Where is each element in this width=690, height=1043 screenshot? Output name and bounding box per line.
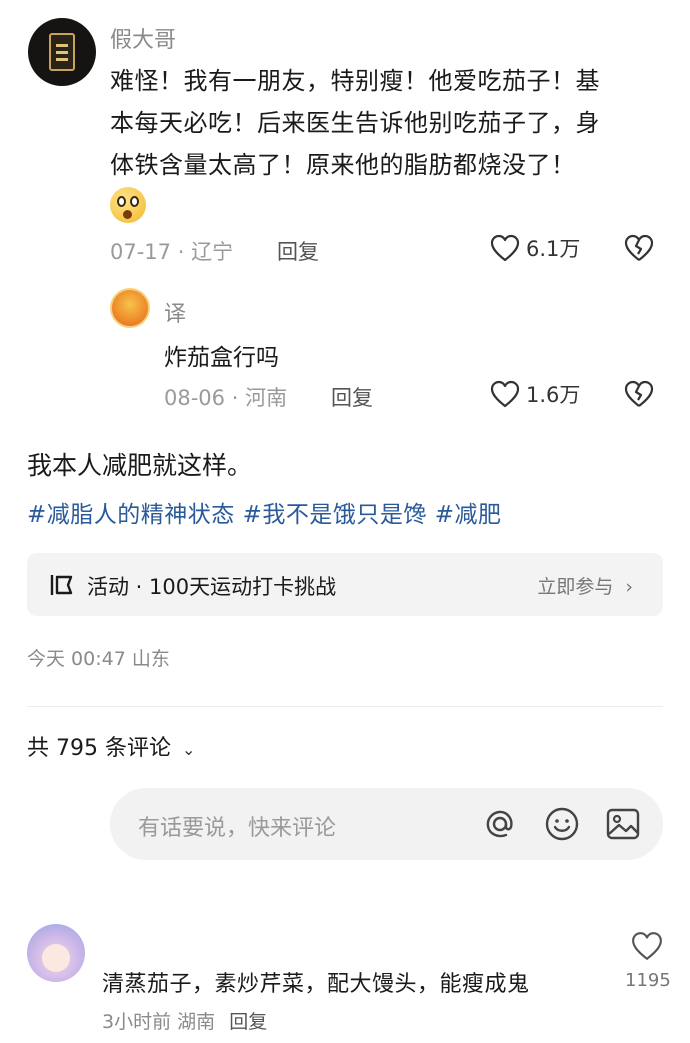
dislike-broken-heart-icon[interactable] bbox=[624, 234, 654, 262]
dislike-broken-heart-icon[interactable] bbox=[624, 380, 654, 408]
emoji-smile-icon[interactable] bbox=[544, 806, 580, 842]
heart-icon bbox=[490, 234, 520, 262]
avatar-logo bbox=[49, 33, 75, 71]
reply-text: 炸茄盒行吗 bbox=[164, 345, 279, 371]
surprised-face-emoji-icon bbox=[110, 187, 146, 223]
comment-text-line: 难怪！我有一朋友，特别瘦！他爱吃茄子！基 bbox=[110, 67, 600, 95]
reply-button[interactable]: 回复 bbox=[331, 382, 373, 412]
join-activity-label: 立即参与 bbox=[537, 576, 614, 598]
reply-username[interactable]: 译 bbox=[164, 296, 186, 328]
mention-at-icon[interactable] bbox=[482, 806, 518, 842]
heart-icon bbox=[490, 380, 520, 408]
chevron-right-icon: › bbox=[625, 576, 633, 598]
image-icon[interactable] bbox=[605, 806, 641, 842]
comment-text: 清蒸茄子，素炒芹菜，配大馒头，能瘦成鬼 bbox=[102, 972, 530, 997]
comment-input[interactable]: 有话要说，快来评论 bbox=[110, 788, 663, 860]
comment-text: 难怪！我有一朋友，特别瘦！他爱吃茄子！基 本每天必吃！后来医生告诉他别吃茄子了，… bbox=[110, 60, 660, 186]
hashtag-list: #减脂人的精神状态 #我不是饿只是馋 #减肥 bbox=[27, 495, 501, 529]
hashtag-link[interactable]: #我不是饿只是馋 bbox=[243, 502, 427, 528]
commenter-avatar[interactable] bbox=[27, 924, 85, 982]
reply-location: 河南 bbox=[245, 386, 288, 410]
like-button[interactable]: 6.1万 bbox=[490, 233, 580, 263]
post-meta: 今天 00:47 山东 bbox=[27, 644, 170, 671]
heart-icon[interactable] bbox=[631, 931, 663, 961]
hashtag-link[interactable]: #减脂人的精神状态 bbox=[27, 502, 235, 528]
reply-avatar[interactable] bbox=[110, 288, 150, 328]
reply-date: 08-06 bbox=[164, 386, 226, 410]
commenter-avatar[interactable] bbox=[28, 18, 96, 86]
hashtag-link[interactable]: #减肥 bbox=[435, 502, 502, 528]
comment-text-line: 体铁含量太高了！原来他的脂肪都烧没了！ bbox=[110, 151, 576, 179]
comment-time: 3小时前 bbox=[102, 1011, 172, 1033]
comment-count-label: 共 795 条评论 bbox=[27, 736, 171, 761]
comment-date: 07-17 bbox=[110, 240, 172, 264]
reply-meta: 08-06 · 河南 bbox=[164, 386, 288, 410]
comment-input-placeholder: 有话要说，快来评论 bbox=[138, 816, 337, 841]
reply-button[interactable]: 回复 bbox=[277, 236, 319, 266]
like-button[interactable]: 1.6万 bbox=[490, 379, 580, 409]
comment-sort-dropdown[interactable]: 共 795 条评论 ⌄ bbox=[27, 730, 195, 762]
avatar-character bbox=[42, 944, 70, 972]
post-location: 山东 bbox=[131, 648, 170, 670]
reply-button[interactable]: 回复 bbox=[229, 1011, 267, 1033]
post-time: 今天 00:47 bbox=[27, 648, 126, 670]
like-count: 6.1万 bbox=[526, 237, 581, 261]
comment-meta: 07-17 · 辽宁 bbox=[110, 240, 234, 264]
chevron-down-icon: ⌄ bbox=[181, 740, 196, 759]
activity-label: 活动 · 100天运动打卡挑战 bbox=[87, 575, 337, 599]
like-count: 1.6万 bbox=[526, 383, 581, 407]
comment-meta: 3小时前 湖南 回复 bbox=[102, 1007, 267, 1034]
like-count: 1195 bbox=[625, 970, 671, 991]
comment-text-line: 本每天必吃！后来医生告诉他别吃茄子了，身 bbox=[110, 109, 600, 137]
comment-location: 辽宁 bbox=[191, 240, 234, 264]
activity-card[interactable]: 活动 · 100天运动打卡挑战 立即参与 › bbox=[27, 553, 663, 616]
activity-flag-icon bbox=[49, 573, 75, 597]
comment-location: 湖南 bbox=[177, 1011, 216, 1033]
join-activity-button[interactable]: 立即参与 › bbox=[537, 572, 633, 599]
commenter-username[interactable]: 假大哥 bbox=[110, 22, 176, 54]
post-text: 我本人减肥就这样。 bbox=[27, 451, 253, 480]
section-divider bbox=[27, 706, 663, 707]
